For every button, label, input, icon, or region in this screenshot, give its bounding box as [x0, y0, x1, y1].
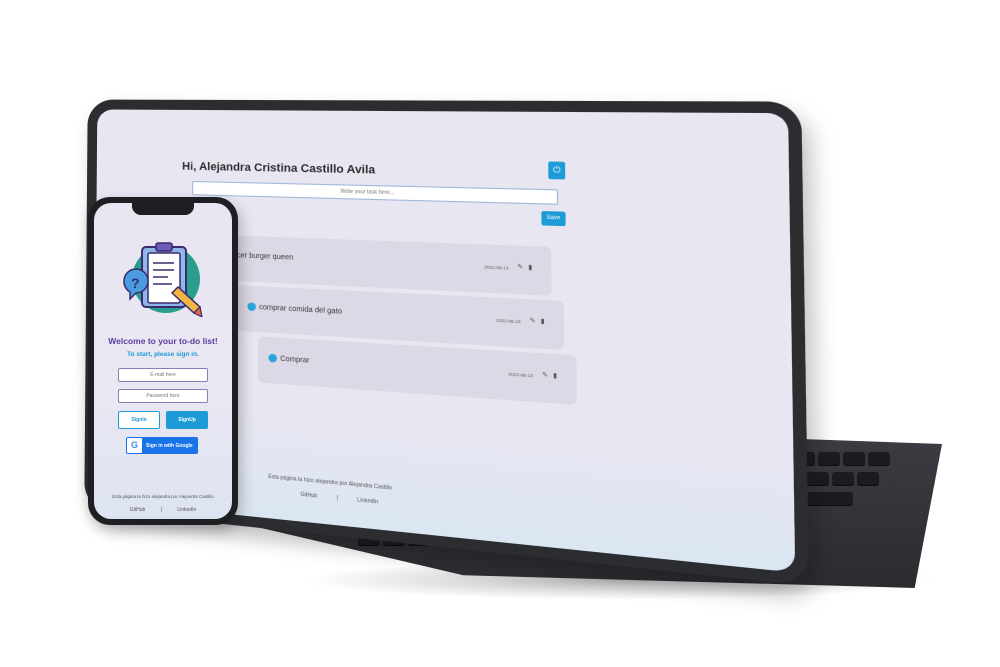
- github-link[interactable]: GitHub: [300, 492, 317, 500]
- edit-icon[interactable]: ✎: [530, 318, 541, 325]
- signin-button[interactable]: SignIn: [118, 411, 160, 429]
- divider: |: [160, 507, 162, 513]
- greeting: Hi, Alejandra Cristina Castillo Avila: [182, 160, 376, 177]
- divider: |: [336, 495, 338, 502]
- task-text: hacer burger queen: [228, 251, 294, 262]
- task-actions: ✎▮: [542, 371, 562, 380]
- task-text: comprar comida del gato: [259, 303, 343, 316]
- logout-icon: ⏻: [552, 164, 561, 175]
- footer-links: GitHub | LinkedIn: [300, 492, 378, 506]
- task-text-row: comprar comida del gato: [247, 302, 343, 316]
- edit-icon[interactable]: ✎: [542, 372, 553, 379]
- welcome-title: Welcome to your to-do list!: [108, 336, 218, 346]
- task-text-row: Comprar: [268, 353, 310, 365]
- google-icon: G: [127, 438, 142, 453]
- clipboard-illustration-icon: ?: [123, 242, 203, 317]
- linkedin-link[interactable]: LinkedIn: [177, 507, 196, 513]
- check-icon[interactable]: [268, 353, 278, 363]
- password-field[interactable]: Password here: [118, 389, 208, 403]
- footer-text: Esta página la hizo alejandra por Alejan…: [268, 473, 393, 492]
- github-link[interactable]: GitHub: [130, 507, 146, 513]
- google-signin-button[interactable]: G Sign in with Google: [126, 437, 198, 454]
- task-date: 2022-06-13: [484, 264, 509, 271]
- footer-links: GitHub | LinkedIn: [94, 507, 232, 513]
- trash-icon[interactable]: ▮: [553, 373, 562, 380]
- signup-button[interactable]: SignUp: [166, 411, 208, 429]
- check-icon[interactable]: [247, 302, 256, 312]
- linkedin-link[interactable]: LinkedIn: [357, 497, 378, 506]
- edit-icon[interactable]: ✎: [517, 264, 528, 271]
- trash-icon[interactable]: ▮: [541, 319, 550, 326]
- task-date: 2022-06-13: [496, 317, 521, 325]
- task-actions: ✎▮: [530, 317, 550, 326]
- logout-button[interactable]: ⏻: [548, 161, 566, 180]
- phone-screen: ? Welcome to your to-do list! To start, …: [94, 203, 232, 519]
- phone: ? Welcome to your to-do list! To start, …: [88, 197, 238, 525]
- svg-text:?: ?: [131, 275, 140, 291]
- device-mockup: Hi, Alejandra Cristina Castillo Avila ⏻ …: [0, 0, 1000, 667]
- task-input[interactable]: Write your task here...: [192, 180, 559, 205]
- trash-icon[interactable]: ▮: [528, 265, 537, 272]
- email-field[interactable]: E-mail here: [118, 368, 208, 382]
- task-text: Comprar: [280, 355, 310, 365]
- phone-notch: [132, 203, 194, 215]
- google-signin-label: Sign in with Google: [146, 442, 193, 449]
- welcome-subtitle: To start, please sign in.: [127, 351, 199, 358]
- footer-text: Esta página la hizo alejandra por Alejan…: [112, 494, 214, 499]
- task-date: 2022-06-13: [508, 371, 533, 379]
- save-button[interactable]: Save: [541, 211, 566, 227]
- task-actions: ✎▮: [517, 263, 537, 272]
